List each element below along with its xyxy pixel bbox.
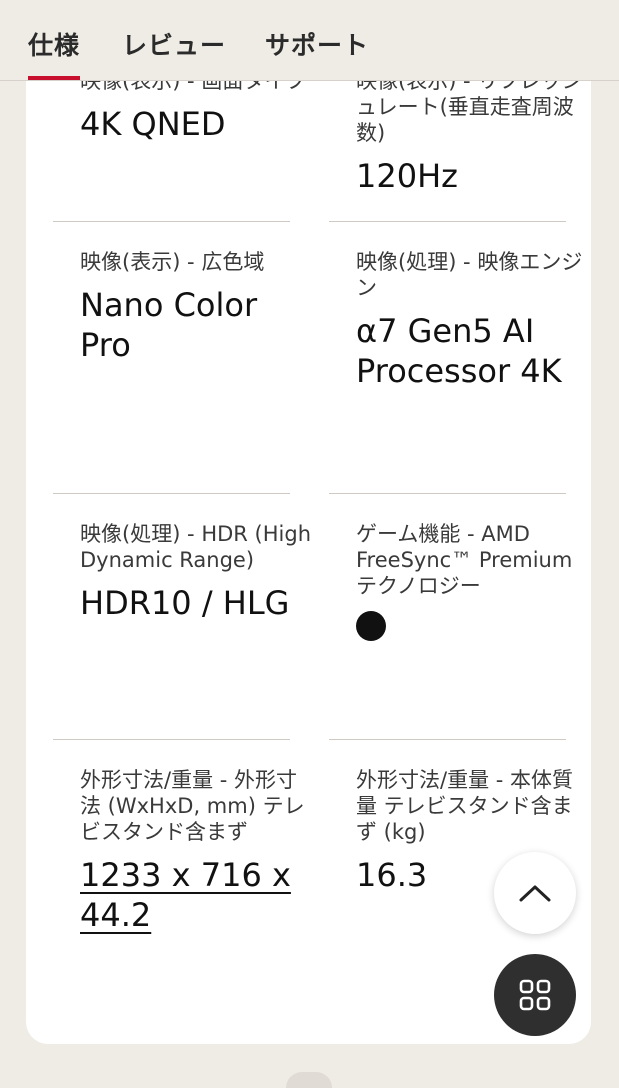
spec-item: 映像(処理) - 映像エンジン α7 Gen5 AI Processor 4K — [356, 249, 591, 391]
divider — [329, 221, 566, 222]
spec-label: 映像(表示) - 広色域 — [80, 250, 265, 274]
grid-menu-icon — [519, 979, 551, 1011]
divider — [329, 493, 566, 494]
spec-value: 4K QNED — [80, 105, 226, 143]
divider — [53, 739, 290, 740]
spec-label: 外形寸法/重量 - 外形寸法 (WxHxD, mm) テレビスタンド含まず — [80, 768, 305, 844]
active-tab-indicator — [28, 76, 80, 80]
scroll-to-top-button[interactable] — [494, 852, 576, 934]
menu-button[interactable] — [494, 954, 576, 1036]
spec-value: Nano Color Pro — [80, 286, 258, 364]
spec-label: ゲーム機能 - AMD FreeSync™ Premiumテクノロジー — [356, 522, 573, 598]
divider — [329, 739, 566, 740]
spec-label: 映像(処理) - 映像エンジン — [356, 250, 583, 300]
spec-label: 外形寸法/重量 - 本体質量 テレビスタンド含まず (kg) — [356, 768, 574, 844]
divider — [53, 221, 290, 222]
tab-review[interactable]: レビュー — [122, 26, 226, 62]
divider — [53, 493, 290, 494]
tab-spec[interactable]: 仕様 — [28, 26, 80, 62]
tab-support[interactable]: サポート — [265, 26, 369, 62]
spec-value: α7 Gen5 AI Processor 4K — [356, 312, 562, 390]
spec-item: 映像(処理) - HDR (High Dynamic Range) HDR10 … — [80, 521, 315, 623]
spec-item: ゲーム機能 - AMD FreeSync™ Premiumテクノロジー ● — [356, 521, 591, 641]
tab-bar: 仕様 レビュー サポート — [0, 0, 619, 81]
chevron-up-icon — [519, 885, 551, 902]
spec-value: 120Hz — [356, 157, 458, 195]
dimensions-link[interactable]: 1233 x 716 x 44.2 — [80, 855, 315, 935]
spec-label: 映像(処理) - HDR (High Dynamic Range) — [80, 522, 311, 572]
spec-value: HDR10 / HLG — [80, 584, 290, 622]
available-dot-icon — [356, 611, 386, 641]
spec-item: 映像(表示) - 広色域 Nano Color Pro — [80, 249, 315, 365]
bottom-sheet-handle — [286, 1072, 332, 1088]
spec-item: 外形寸法/重量 - 外形寸法 (WxHxD, mm) テレビスタンド含まず 12… — [80, 767, 315, 935]
spec-item: 映像(表示) - リフレッシュレート(垂直走査周波数) 120Hz — [356, 68, 591, 196]
